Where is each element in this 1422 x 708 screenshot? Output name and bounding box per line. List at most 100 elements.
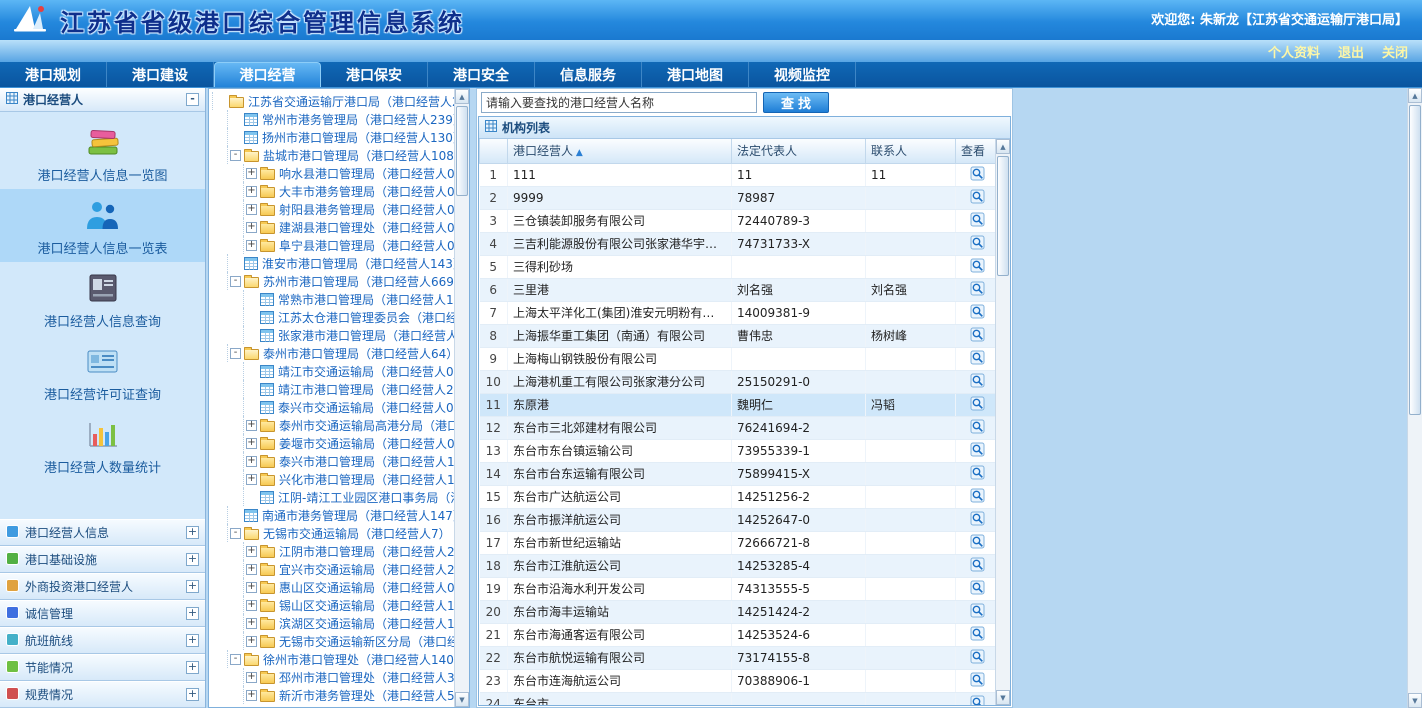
table-row[interactable]: 23东台市连海航运公司70388906-1 <box>480 669 996 692</box>
tree-node[interactable]: 江苏太仓港口管理委员会（港口经营 <box>212 308 454 326</box>
view-details-icon[interactable] <box>970 584 985 598</box>
collapse-icon[interactable]: - <box>186 93 199 106</box>
table-row[interactable]: 7上海太平洋化工(集团)淮安元明粉有…14009381-9 <box>480 301 996 324</box>
tree-node[interactable]: -无锡市交通运输局（港口经营人7） <box>212 524 454 542</box>
sidebar-shortcut-4[interactable]: 港口经营许可证查询 <box>0 335 205 408</box>
table-row[interactable]: 11东原港魏明仁冯韬 <box>480 393 996 416</box>
accordion-item-7[interactable]: 规费情况+ <box>0 681 205 708</box>
table-row[interactable]: 19东台市沿海水利开发公司74313555-5 <box>480 577 996 600</box>
tree-node[interactable]: -苏州市港口管理局（港口经营人669） <box>212 272 454 290</box>
expand-plus-icon[interactable]: + <box>186 607 199 620</box>
expand-icon[interactable]: + <box>246 636 257 647</box>
table-row[interactable]: 6三里港刘名强刘名强 <box>480 278 996 301</box>
table-row[interactable]: 13东台市东台镇运输公司73955339-1 <box>480 439 996 462</box>
expand-plus-icon[interactable]: + <box>186 526 199 539</box>
view-details-icon[interactable] <box>970 354 985 368</box>
view-details-icon[interactable] <box>970 193 985 207</box>
header-link-3[interactable]: 关闭 <box>1382 42 1408 61</box>
tree-node[interactable]: +泰兴市港口管理局（港口经营人11） <box>212 452 454 470</box>
tree-node[interactable]: 靖江市港口管理局（港口经营人26） <box>212 380 454 398</box>
scroll-down-button[interactable]: ▼ <box>996 690 1010 705</box>
expand-plus-icon[interactable]: + <box>186 580 199 593</box>
table-row[interactable]: 17东台市新世纪运输站72666721-8 <box>480 531 996 554</box>
view-details-icon[interactable] <box>970 331 985 345</box>
expand-icon[interactable]: + <box>246 204 257 215</box>
collapse-icon[interactable]: - <box>230 528 241 539</box>
expand-icon[interactable]: + <box>246 186 257 197</box>
sidebar-shortcut-3[interactable]: 港口经营人信息查询 <box>0 262 205 335</box>
view-details-icon[interactable] <box>970 607 985 621</box>
view-details-icon[interactable] <box>970 676 985 690</box>
search-input[interactable] <box>481 92 757 113</box>
page-scrollbar[interactable]: ▲ ▼ <box>1407 88 1422 708</box>
view-details-icon[interactable] <box>970 400 985 414</box>
column-header-3[interactable]: 法定代表人 <box>732 139 866 163</box>
table-row[interactable]: 10上海港机重工有限公司张家港分公司25150291-0 <box>480 370 996 393</box>
scroll-down-button[interactable]: ▼ <box>1408 693 1422 708</box>
table-row[interactable]: 20东台市海丰运输站14251424-2 <box>480 600 996 623</box>
tree-node[interactable]: +大丰市港务管理局（港口经营人0） <box>212 182 454 200</box>
search-button[interactable]: 查找 <box>763 92 829 113</box>
expand-plus-icon[interactable]: + <box>186 553 199 566</box>
view-details-icon[interactable] <box>970 377 985 391</box>
column-header-4[interactable]: 联系人 <box>866 139 956 163</box>
tree-node[interactable]: +新沂市港务管理处（港口经营人5） <box>212 686 454 704</box>
accordion-item-6[interactable]: 节能情况+ <box>0 654 205 681</box>
scroll-up-button[interactable]: ▲ <box>1408 88 1422 103</box>
view-details-icon[interactable] <box>970 699 985 706</box>
tree-node[interactable]: 靖江市交通运输局（港口经营人0） <box>212 362 454 380</box>
view-details-icon[interactable] <box>970 239 985 253</box>
scroll-up-button[interactable]: ▲ <box>455 89 469 104</box>
table-row[interactable]: 12东台市三北郊建材有限公司76241694-2 <box>480 416 996 439</box>
accordion-item-2[interactable]: 港口基础设施+ <box>0 546 205 573</box>
view-details-icon[interactable] <box>970 515 985 529</box>
view-details-icon[interactable] <box>970 538 985 552</box>
expand-icon[interactable]: + <box>246 474 257 485</box>
scrollbar-thumb[interactable] <box>997 156 1009 276</box>
tree-node[interactable]: 江苏省交通运输厅港口局（港口经营人200 <box>212 92 454 110</box>
view-details-icon[interactable] <box>970 446 985 460</box>
table-row[interactable]: 9上海梅山钢铁股份有限公司 <box>480 347 996 370</box>
nav-tab-3[interactable]: 港口经营 <box>214 62 321 87</box>
table-row[interactable]: 2999978987 <box>480 186 996 209</box>
collapse-icon[interactable]: - <box>230 150 241 161</box>
accordion-item-4[interactable]: 诚信管理+ <box>0 600 205 627</box>
tree-node[interactable]: +惠山区交通运输局（港口经营人0） <box>212 578 454 596</box>
tree-node[interactable]: +兴化市港口管理局（港口经营人1） <box>212 470 454 488</box>
table-row[interactable]: 8上海振华重工集团（南通）有限公司曹伟忠杨树峰 <box>480 324 996 347</box>
expand-icon[interactable]: + <box>246 456 257 467</box>
expand-plus-icon[interactable]: + <box>186 634 199 647</box>
sidebar-shortcut-1[interactable]: 港口经营人信息一览图 <box>0 116 205 189</box>
sidebar-shortcut-5[interactable]: 港口经营人数量统计 <box>0 408 205 481</box>
expand-plus-icon[interactable]: + <box>186 661 199 674</box>
sidebar-shortcut-2[interactable]: 港口经营人信息一览表 <box>0 189 205 262</box>
expand-icon[interactable]: + <box>246 618 257 629</box>
view-details-icon[interactable] <box>970 262 985 276</box>
expand-icon[interactable]: + <box>246 546 257 557</box>
table-scrollbar[interactable]: ▲ ▼ <box>995 139 1010 705</box>
tree-node[interactable]: -徐州市港口管理处（港口经营人140） <box>212 650 454 668</box>
column-header-5[interactable]: 查看 <box>956 139 996 163</box>
tree-scrollbar[interactable]: ▲ ▼ <box>454 89 469 707</box>
view-details-icon[interactable] <box>970 308 985 322</box>
tree-node[interactable]: 江阴-靖江工业园区港口事务局（港口 <box>212 488 454 506</box>
nav-tab-6[interactable]: 信息服务 <box>535 62 642 87</box>
view-details-icon[interactable] <box>970 469 985 483</box>
tree-node[interactable]: 扬州市港口管理局（港口经营人130） <box>212 128 454 146</box>
tree-node[interactable]: 淮安市港口管理局（港口经营人143） <box>212 254 454 272</box>
tree-node[interactable]: 常熟市港口管理局（港口经营人127 <box>212 290 454 308</box>
table-row[interactable]: 3三仓镇装卸服务有限公司72440789-3 <box>480 209 996 232</box>
expand-icon[interactable]: + <box>246 168 257 179</box>
table-row[interactable]: 11111111 <box>480 163 996 186</box>
tree-node[interactable]: 南通市港务管理局（港口经营人147） <box>212 506 454 524</box>
nav-tab-7[interactable]: 港口地图 <box>642 62 749 87</box>
tree-node[interactable]: +宜兴市交通运输局（港口经营人2） <box>212 560 454 578</box>
tree-node[interactable]: -泰州市港口管理局（港口经营人64） <box>212 344 454 362</box>
tree-node[interactable]: +阜宁县港口管理局（港口经营人0） <box>212 236 454 254</box>
tree-node[interactable]: +泰州市交通运输局高港分局（港口经 <box>212 416 454 434</box>
tree-node[interactable]: +无锡市交通运输新区分局（港口经营 <box>212 632 454 650</box>
accordion-item-5[interactable]: 航班航线+ <box>0 627 205 654</box>
accordion-item-3[interactable]: 外商投资港口经营人+ <box>0 573 205 600</box>
view-details-icon[interactable] <box>970 492 985 506</box>
tree-node[interactable]: +响水县港口管理局（港口经营人0） <box>212 164 454 182</box>
